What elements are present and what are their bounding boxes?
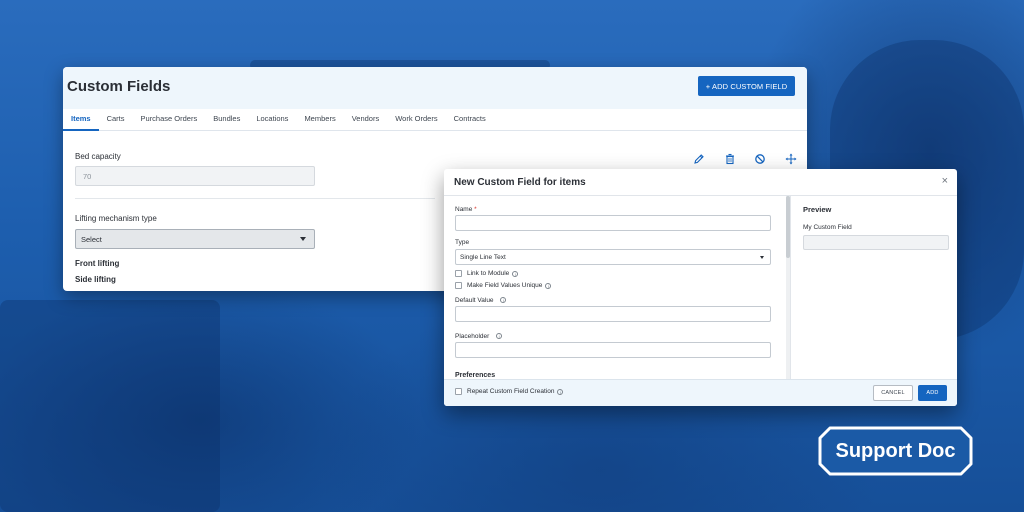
- badge-label: Support Doc: [835, 439, 956, 462]
- tab-items[interactable]: Items: [63, 109, 99, 131]
- pencil-icon[interactable]: [693, 153, 705, 165]
- make-unique-label: Make Field Values Unique: [467, 282, 543, 289]
- lifting-mechanism-label: Lifting mechanism type: [75, 214, 157, 223]
- default-value-label: Default Value i: [455, 297, 507, 304]
- tab-contracts[interactable]: Contracts: [446, 109, 494, 131]
- preview-pane: Preview My Custom Field: [790, 196, 957, 379]
- bed-capacity-label: Bed capacity: [75, 152, 121, 161]
- placeholder-label: Placeholder i: [455, 333, 503, 340]
- link-to-module-checkbox[interactable]: [455, 270, 462, 277]
- preview-title: Preview: [803, 205, 832, 214]
- bed-capacity-value: 70: [83, 171, 92, 181]
- trash-icon[interactable]: [724, 153, 736, 165]
- tab-locations[interactable]: Locations: [248, 109, 296, 131]
- info-icon[interactable]: i: [512, 270, 519, 277]
- repeat-creation-label: Repeat Custom Field Creation: [467, 388, 555, 395]
- chevron-down-icon: [760, 256, 764, 259]
- modal-header: New Custom Field for items ×: [444, 169, 957, 196]
- panel-header: Custom Fields + ADD CUSTOM FIELD: [63, 67, 807, 109]
- option-side-lifting[interactable]: Side lifting: [75, 275, 116, 284]
- type-label: Type: [455, 239, 470, 246]
- new-custom-field-modal: New Custom Field for items × Name * Type…: [444, 169, 957, 406]
- tab-work-orders[interactable]: Work Orders: [387, 109, 445, 131]
- tab-bar: Items Carts Purchase Orders Bundles Loca…: [63, 109, 807, 131]
- repeat-creation-row[interactable]: Repeat Custom Field Creation i: [455, 388, 564, 395]
- preview-field-input: [803, 235, 949, 250]
- tab-purchase-orders[interactable]: Purchase Orders: [133, 109, 206, 131]
- add-button[interactable]: ADD: [918, 385, 947, 401]
- modal-title: New Custom Field for items: [454, 177, 586, 188]
- info-icon[interactable]: i: [500, 297, 507, 303]
- tab-carts[interactable]: Carts: [99, 109, 133, 131]
- make-unique-checkbox[interactable]: [455, 282, 462, 289]
- placeholder-input[interactable]: [455, 342, 771, 358]
- ban-icon[interactable]: [754, 153, 766, 165]
- link-to-module-row[interactable]: Link to Module i: [455, 270, 519, 277]
- cancel-button[interactable]: CANCEL: [873, 385, 913, 401]
- type-select-value: Single Line Text: [460, 253, 506, 261]
- info-icon[interactable]: i: [557, 388, 564, 395]
- make-unique-row[interactable]: Make Field Values Unique i: [455, 282, 552, 289]
- option-front-lifting[interactable]: Front lifting: [75, 259, 119, 268]
- background-shape: [0, 300, 220, 512]
- add-custom-field-button[interactable]: + ADD CUSTOM FIELD: [698, 76, 795, 96]
- default-value-input[interactable]: [455, 306, 771, 322]
- required-mark: *: [474, 206, 477, 213]
- close-icon[interactable]: ×: [942, 176, 948, 187]
- name-label: Name *: [455, 206, 477, 213]
- info-icon[interactable]: i: [496, 333, 503, 339]
- info-icon[interactable]: i: [545, 282, 552, 289]
- preview-field-label: My Custom Field: [803, 224, 852, 231]
- bed-capacity-field[interactable]: 70: [75, 166, 315, 186]
- chevron-down-icon: [300, 237, 306, 241]
- field-divider: [75, 198, 435, 199]
- type-select[interactable]: Single Line Text: [455, 249, 771, 265]
- tab-bundles[interactable]: Bundles: [205, 109, 248, 131]
- link-to-module-label: Link to Module: [467, 270, 510, 277]
- lifting-select-value: Select: [81, 234, 102, 244]
- move-icon[interactable]: [785, 153, 797, 165]
- support-doc-badge: Support Doc: [818, 426, 973, 476]
- repeat-creation-checkbox[interactable]: [455, 388, 462, 395]
- name-input[interactable]: [455, 215, 771, 231]
- page-title: Custom Fields: [67, 78, 171, 95]
- tab-members[interactable]: Members: [296, 109, 343, 131]
- tab-vendors[interactable]: Vendors: [344, 109, 388, 131]
- lifting-mechanism-select[interactable]: Select: [75, 229, 315, 249]
- preferences-heading: Preferences: [455, 372, 496, 379]
